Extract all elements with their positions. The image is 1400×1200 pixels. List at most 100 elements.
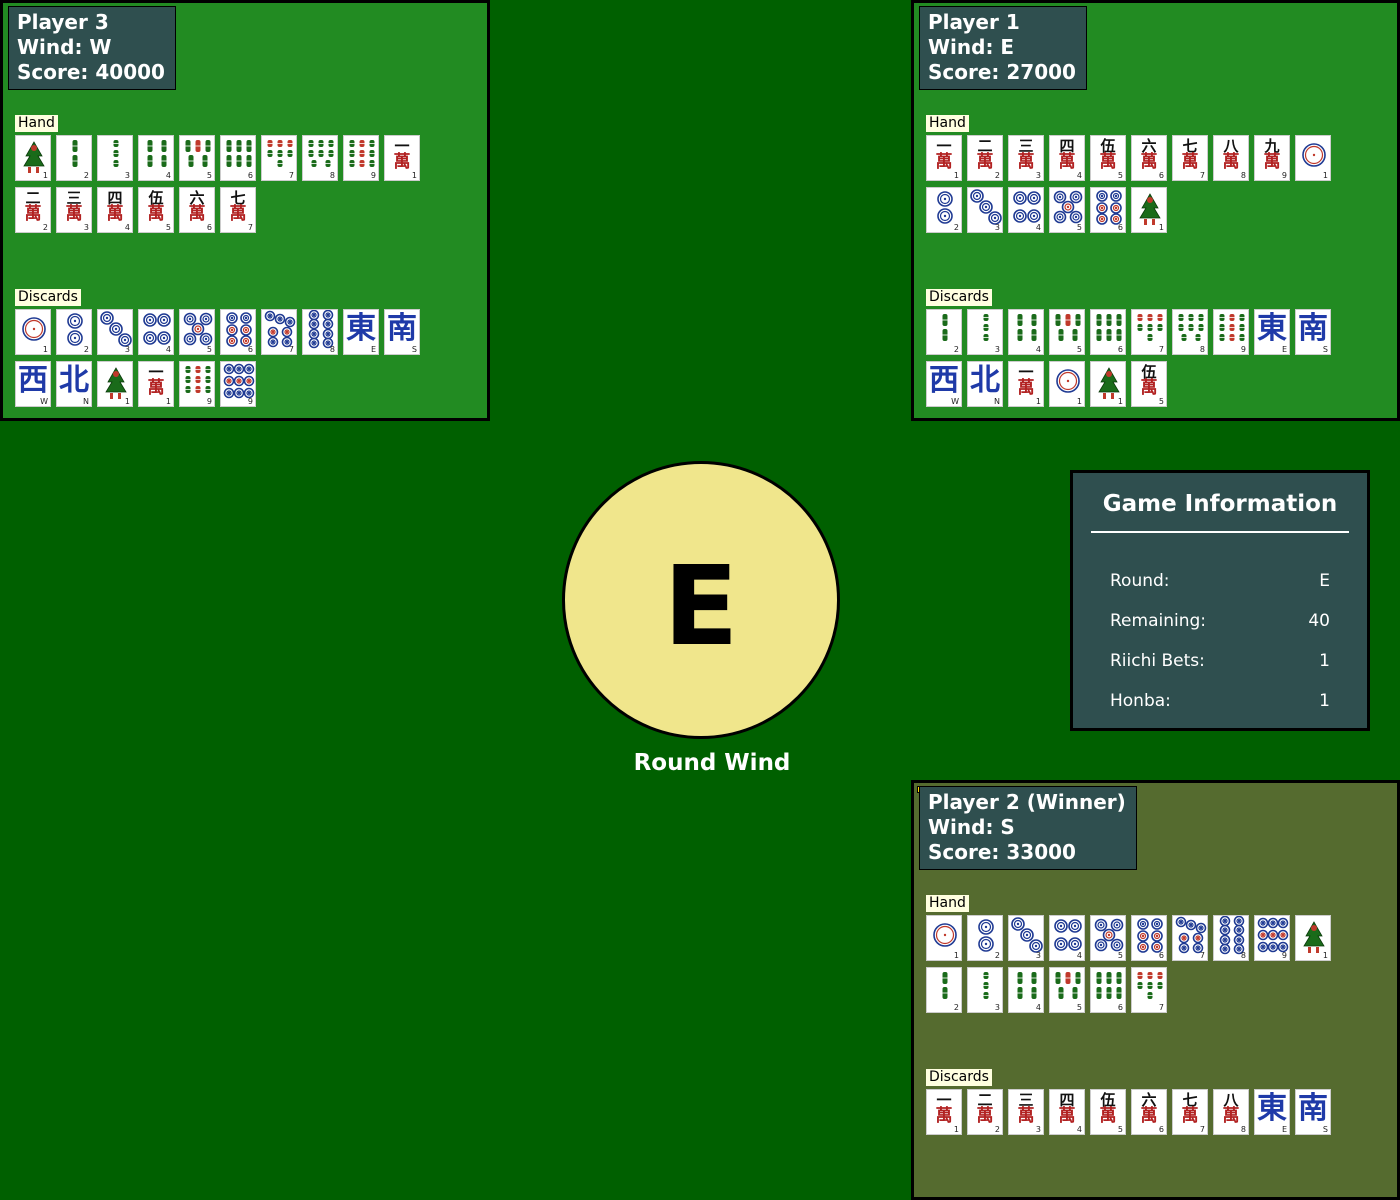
game-info-title: Game Information <box>1102 491 1338 517</box>
sou-tile: 3 <box>967 967 1003 1013</box>
man-glyph: 一萬 <box>393 137 411 172</box>
man-tile: 六萬6 <box>179 187 215 233</box>
player-score: Score: 33000 <box>928 840 1076 864</box>
man-tile: 一萬1 <box>926 1089 962 1135</box>
player-panel-2: Player 2 (Winner) Wind: S Score: 33000 H… <box>911 780 1400 1200</box>
wind-glyph: 南 <box>1298 1091 1328 1126</box>
bamboo-icon <box>1139 193 1161 225</box>
pin-tile: 6 <box>1090 187 1126 233</box>
circles-icon <box>970 189 1002 225</box>
pin-tile: 1 <box>926 915 962 961</box>
sou-tile: 8 <box>1172 309 1208 355</box>
man-glyph: 伍萬 <box>1099 1091 1117 1126</box>
info-label: Honba: <box>1110 691 1171 711</box>
bamboo-icon <box>113 140 119 167</box>
man-tile: 一萬1 <box>926 135 962 181</box>
bamboo-icon <box>1303 921 1325 953</box>
bamboo-icon <box>185 366 211 393</box>
man-glyph: 三萬 <box>1017 1091 1035 1126</box>
pin-tile: 4 <box>138 309 174 355</box>
player-score: Score: 40000 <box>17 60 165 84</box>
man-glyph: 六萬 <box>1140 1091 1158 1126</box>
bamboo-icon <box>226 140 252 167</box>
sou-tile: 1 <box>15 135 51 181</box>
bamboo-icon <box>308 140 334 167</box>
man-tile: 伍萬5 <box>1090 135 1126 181</box>
circles-icon <box>1056 369 1080 393</box>
circles-icon <box>1219 916 1245 955</box>
pin-tile: 3 <box>967 187 1003 233</box>
sou-tile: 2 <box>56 135 92 181</box>
sou-tile: 3 <box>967 309 1003 355</box>
man-tile: 伍萬5 <box>138 187 174 233</box>
bamboo-icon <box>1098 367 1120 399</box>
pin-tile: 9 <box>1254 915 1290 961</box>
sou-tile: 3 <box>97 135 133 181</box>
sou-tile: 6 <box>1090 967 1126 1013</box>
bamboo-icon <box>983 972 989 999</box>
pin-tile: 2 <box>967 915 1003 961</box>
pin-tile: 8 <box>1213 915 1249 961</box>
bamboo-icon <box>942 972 948 999</box>
man-tile: 八萬8 <box>1213 135 1249 181</box>
circles-icon <box>1175 916 1207 954</box>
man-glyph: 六萬 <box>1140 137 1158 172</box>
discards-label: Discards <box>926 289 992 306</box>
sou-tile: 6 <box>1090 309 1126 355</box>
circles-icon <box>264 310 296 348</box>
pin-tile: 6 <box>220 309 256 355</box>
info-row-round: Round: E <box>1110 571 1330 591</box>
sou-tile: 9 <box>179 361 215 407</box>
man-glyph: 一萬 <box>1017 363 1035 398</box>
man-tile: 三萬3 <box>1008 1089 1044 1135</box>
sou-tile: 7 <box>1131 967 1167 1013</box>
circles-icon <box>1011 917 1043 953</box>
man-glyph: 伍萬 <box>1140 363 1158 398</box>
wind-tile: 西W <box>15 361 51 407</box>
player-info-box: Player 1 Wind: E Score: 27000 <box>919 6 1087 90</box>
wind-glyph: 西 <box>929 363 959 398</box>
man-glyph: 二萬 <box>24 189 42 224</box>
sou-tile: 7 <box>261 135 297 181</box>
man-glyph: 八萬 <box>1222 137 1240 172</box>
sou-tile: 4 <box>1008 309 1044 355</box>
discards-label: Discards <box>15 289 81 306</box>
pin-tile: 2 <box>926 187 962 233</box>
sou-tile: 9 <box>343 135 379 181</box>
circles-icon <box>1137 918 1163 953</box>
man-tile: 二萬2 <box>967 1089 1003 1135</box>
wind-tile: 北N <box>56 361 92 407</box>
info-row-riichi-bets: Riichi Bets: 1 <box>1110 651 1330 671</box>
man-tile: 六萬6 <box>1131 135 1167 181</box>
bamboo-icon <box>23 141 45 173</box>
sou-tile: 2 <box>926 309 962 355</box>
man-tile: 一萬1 <box>384 135 420 181</box>
man-glyph: 四萬 <box>1058 137 1076 172</box>
pin-tile: 5 <box>179 309 215 355</box>
sou-tile: 5 <box>1049 309 1085 355</box>
man-glyph: 三萬 <box>1017 137 1035 172</box>
sou-tile: 6 <box>220 135 256 181</box>
man-glyph: 九萬 <box>1263 137 1281 172</box>
circles-icon <box>1053 190 1083 224</box>
bamboo-icon <box>983 314 989 341</box>
sou-tile: 2 <box>926 967 962 1013</box>
man-glyph: 七萬 <box>1181 137 1199 172</box>
player-panel-1: Player 1 Wind: E Score: 27000 Hand 一萬1二萬… <box>911 0 1400 421</box>
man-glyph: 六萬 <box>188 189 206 224</box>
bamboo-icon <box>1096 314 1122 341</box>
sou-tile: 5 <box>179 135 215 181</box>
wind-tile: 南S <box>1295 309 1331 355</box>
man-tile: 九萬9 <box>1254 135 1290 181</box>
info-value: 40 <box>1308 611 1330 631</box>
circles-icon <box>100 311 132 347</box>
wind-glyph: 南 <box>387 311 417 346</box>
circles-icon <box>143 313 171 345</box>
info-value: 1 <box>1319 651 1330 671</box>
circles-icon <box>1096 190 1122 225</box>
man-tile: 七萬7 <box>1172 1089 1208 1135</box>
player-wind: Wind: W <box>17 35 112 59</box>
divider <box>1091 531 1349 533</box>
bamboo-icon <box>1219 314 1245 341</box>
bamboo-icon <box>185 140 211 167</box>
